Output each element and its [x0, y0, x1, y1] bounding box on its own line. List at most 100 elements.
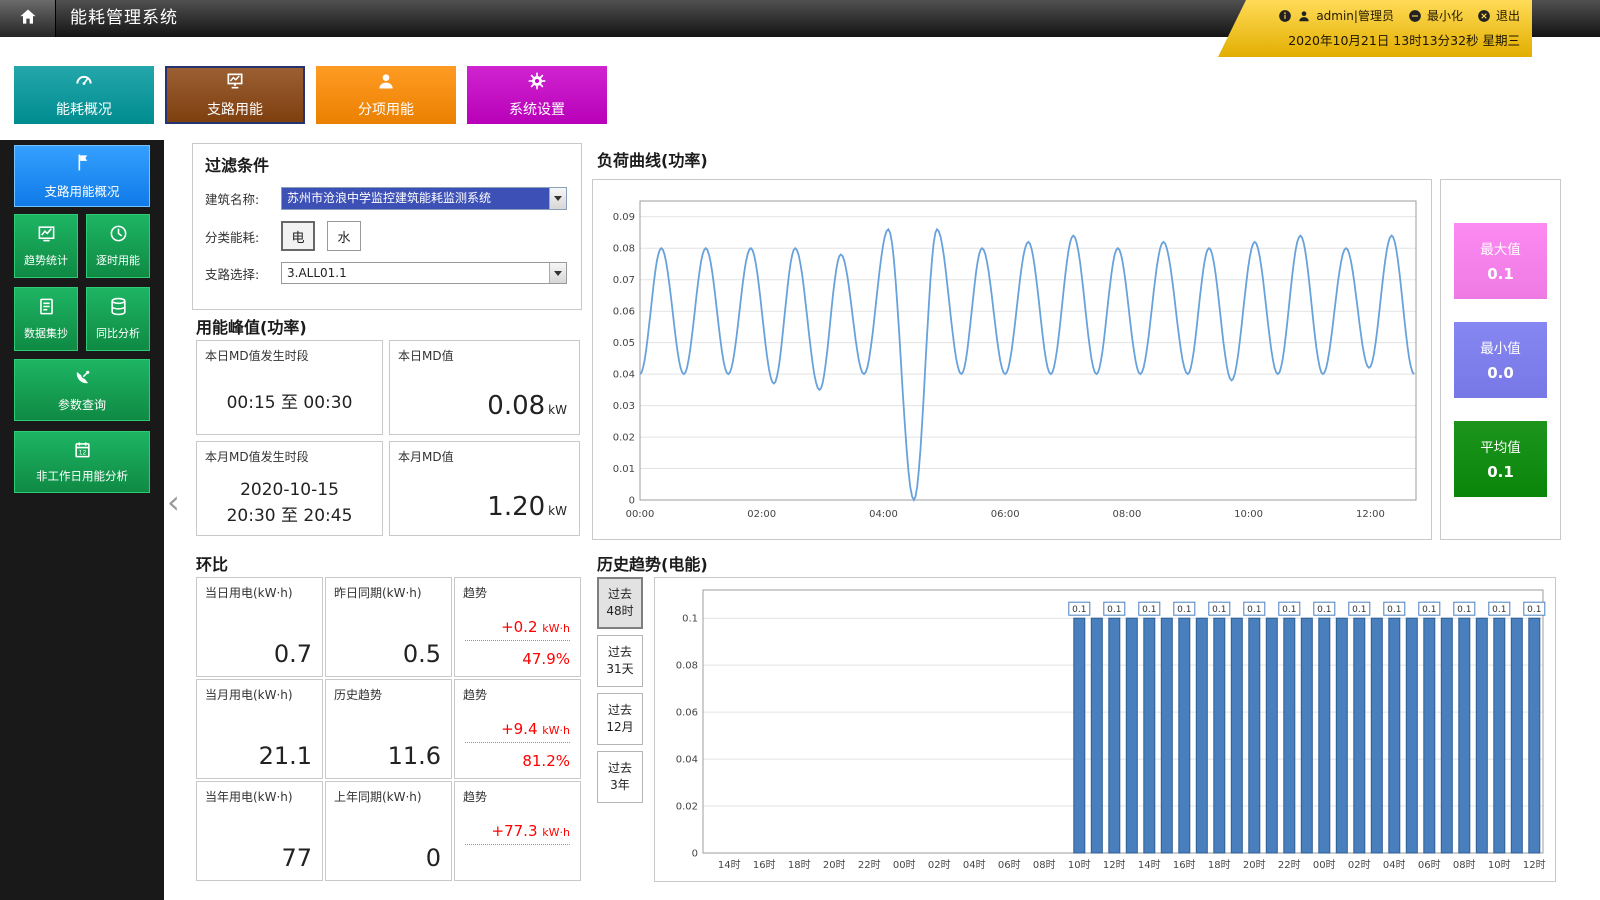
building-select-arrow[interactable] — [549, 188, 566, 209]
svg-text:22时: 22时 — [1278, 859, 1301, 871]
info-icon[interactable] — [1278, 9, 1292, 23]
satellite-dish-icon — [73, 368, 92, 390]
tab-past-48-hours[interactable]: 过去48时 — [597, 577, 643, 629]
nav-branch-energy[interactable]: 支路用能 — [165, 66, 305, 124]
day-trend-card: 趋势 +0.2 kW·h 47.9% — [454, 577, 581, 677]
svg-text:0.09: 0.09 — [613, 212, 635, 223]
home-button[interactable] — [0, 0, 56, 37]
svg-text:0.1: 0.1 — [1422, 605, 1436, 615]
building-select[interactable]: 苏州市沧浪中学监控建筑能耗监测系统 — [281, 187, 567, 210]
trend-delta: +0.2 kW·h — [465, 618, 570, 641]
card-value: 0.08kW — [487, 391, 567, 421]
sidebar-item-branch-overview[interactable]: 支路用能概况 — [14, 145, 150, 207]
exit-button[interactable]: 退出 — [1496, 7, 1520, 24]
chevron-down-icon — [554, 196, 562, 201]
branch-label: 支路选择: — [205, 264, 281, 283]
branch-select[interactable]: 3.ALL01.1 — [281, 262, 567, 284]
card-value: 1.20kW — [487, 492, 567, 522]
svg-text:10:00: 10:00 — [1234, 509, 1263, 520]
sidebar-item-label: 趋势统计 — [24, 252, 68, 268]
svg-text:04:00: 04:00 — [869, 509, 898, 520]
nav-system-settings[interactable]: 系统设置 — [467, 66, 607, 124]
nav-label: 支路用能 — [207, 99, 263, 119]
sidebar-item-label: 非工作日用能分析 — [36, 468, 128, 484]
user-name: admin|管理员 — [1316, 7, 1394, 24]
unit: kW — [548, 403, 567, 417]
svg-text:0.08: 0.08 — [676, 661, 698, 672]
svg-text:0: 0 — [692, 849, 698, 860]
sidebar-item-label: 同比分析 — [96, 325, 140, 341]
category-electricity-button[interactable]: 电 — [281, 221, 315, 251]
branch-select-value: 3.ALL01.1 — [282, 263, 549, 283]
sidebar-item-parameter-query[interactable]: 参数查询 — [14, 359, 150, 421]
presentation-chart-icon — [225, 71, 245, 95]
svg-text:0.1: 0.1 — [1072, 605, 1086, 615]
app-root: 能耗管理系统 admin|管理员 最小化 退出 2020年10月21日 13时1… — [0, 0, 1600, 900]
branch-select-arrow[interactable] — [549, 263, 566, 283]
tab-past-31-days[interactable]: 过去31天 — [597, 635, 643, 687]
minimize-button[interactable]: 最小化 — [1427, 7, 1463, 24]
month-md-value-card: 本月MD值 1.20kW — [389, 441, 580, 536]
trend-percent: 81.2% — [465, 752, 570, 770]
nav-label: 分项用能 — [358, 99, 414, 119]
svg-text:0.08: 0.08 — [613, 244, 635, 255]
calendar-icon: 12 — [73, 440, 92, 462]
card-label: 本日MD值发生时段 — [205, 347, 374, 364]
card-label: 趋势 — [463, 584, 572, 601]
yesterday-usage-card: 昨日同期(kW·h) 0.5 — [325, 577, 452, 677]
building-row: 建筑名称: 苏州市沧浪中学监控建筑能耗监测系统 — [205, 187, 569, 210]
sidebar-item-hourly-energy[interactable]: 逐时用能 — [86, 214, 150, 278]
today-md-value-card: 本日MD值 0.08kW — [389, 340, 580, 435]
sidebar-item-data-collection[interactable]: 数据集抄 — [14, 287, 78, 351]
svg-text:0.1: 0.1 — [1527, 605, 1541, 615]
period-time: 20:30 至 20:45 — [205, 503, 374, 529]
minimize-icon[interactable] — [1408, 9, 1422, 23]
svg-text:10时: 10时 — [1068, 859, 1091, 871]
month-usage-card: 当月用电(kW·h) 21.1 — [196, 679, 323, 779]
chevron-down-icon — [554, 271, 562, 276]
svg-text:22时: 22时 — [858, 859, 881, 871]
exit-icon[interactable] — [1477, 9, 1491, 23]
nav-subitem-energy[interactable]: 分项用能 — [316, 66, 456, 124]
sidebar-item-label: 数据集抄 — [24, 325, 68, 341]
tab-past-12-months[interactable]: 过去12月 — [597, 693, 643, 745]
svg-text:06时: 06时 — [1418, 859, 1441, 871]
card-label: 本日MD值 — [398, 347, 571, 364]
category-water-button[interactable]: 水 — [327, 221, 361, 251]
max-value-card: 最大值 0.1 — [1454, 223, 1547, 299]
app-title: 能耗管理系统 — [70, 0, 178, 37]
clock-icon — [109, 224, 128, 246]
svg-text:16时: 16时 — [753, 859, 776, 871]
svg-text:14时: 14时 — [1138, 859, 1161, 871]
year-usage-card: 当年用电(kW·h) 77 — [196, 781, 323, 881]
stat-label: 平均值 — [1480, 436, 1521, 456]
sidebar-item-trend-stats[interactable]: 趋势统计 — [14, 214, 78, 278]
sidebar-collapse-button[interactable]: ‹ — [167, 486, 180, 518]
svg-text:0.1: 0.1 — [1177, 605, 1191, 615]
sidebar-item-nonworkday-analysis[interactable]: 12 非工作日用能分析 — [14, 431, 150, 493]
nav-energy-overview[interactable]: 能耗概况 — [14, 66, 154, 124]
home-icon — [18, 7, 38, 31]
svg-text:0.1: 0.1 — [1212, 605, 1226, 615]
card-label: 本月MD值 — [398, 448, 571, 465]
today-md-period-card: 本日MD值发生时段 00:15 至 00:30 — [196, 340, 383, 435]
svg-text:04时: 04时 — [1383, 859, 1406, 871]
svg-text:0.1: 0.1 — [1282, 605, 1296, 615]
svg-text:04时: 04时 — [963, 859, 986, 871]
comparison-grid: 当日用电(kW·h) 0.7 昨日同期(kW·h) 0.5 趋势 +0.2 kW… — [196, 577, 581, 881]
sidebar-item-label: 参数查询 — [58, 396, 106, 413]
stat-label: 最大值 — [1480, 238, 1521, 258]
unit: kW·h — [542, 622, 570, 635]
peak-grid: 本日MD值发生时段 00:15 至 00:30 本日MD值 0.08kW 本月M… — [196, 340, 580, 536]
stat-label: 最小值 — [1480, 337, 1521, 357]
load-curve-chart: 00.010.020.030.040.050.060.070.080.0900:… — [604, 191, 1420, 528]
sidebar-item-yoy-analysis[interactable]: 同比分析 — [86, 287, 150, 351]
tab-past-3-years[interactable]: 过去3年 — [597, 751, 643, 803]
branch-row: 支路选择: 3.ALL01.1 — [205, 262, 569, 284]
avg-value-card: 平均值 0.1 — [1454, 421, 1547, 497]
svg-text:02:00: 02:00 — [747, 509, 776, 520]
card-label: 当年用电(kW·h) — [205, 788, 314, 805]
history-chart-panel: 00.020.040.060.080.114时16时18时20时22时00时02… — [654, 577, 1556, 882]
svg-text:0.03: 0.03 — [613, 401, 635, 412]
user-ribbon-row: admin|管理员 最小化 退出 — [1258, 7, 1520, 24]
